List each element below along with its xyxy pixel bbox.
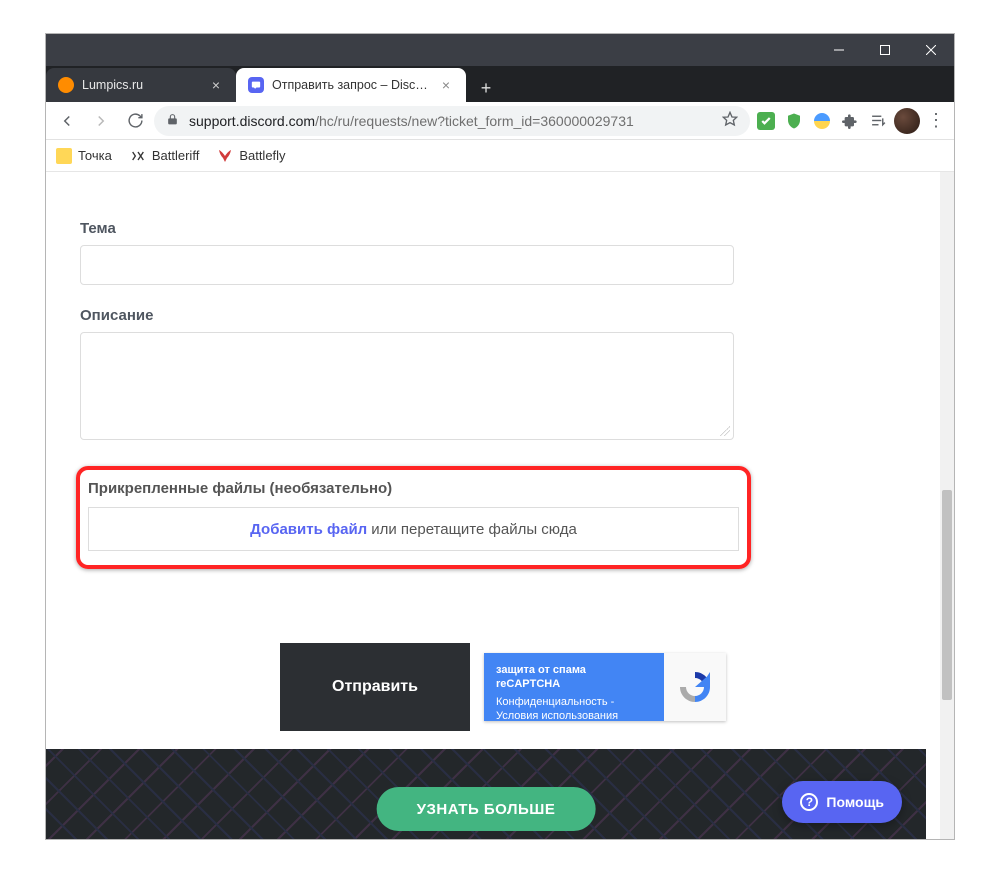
scrollbar-track[interactable] <box>940 172 954 839</box>
reading-list-icon[interactable] <box>866 109 890 133</box>
window-maximize-button[interactable] <box>862 34 908 66</box>
recaptcha-privacy-link[interactable]: Конфиденциальность <box>496 696 608 708</box>
page-content: Тема Описание Прикрепленные файлы (необя… <box>46 172 940 839</box>
bookmark-folder-icon <box>56 148 72 164</box>
browser-toolbar: support.discord.com/hc/ru/requests/new?t… <box>46 102 954 140</box>
topic-input[interactable] <box>80 245 734 285</box>
add-file-link[interactable]: Добавить файл <box>250 521 367 538</box>
favicon-discord <box>248 77 264 93</box>
attachments-dropzone[interactable]: Добавить файл или перетащите файлы сюда <box>88 507 739 551</box>
nav-forward-button[interactable] <box>86 106 116 136</box>
lock-icon <box>166 113 179 129</box>
extension-flag-icon[interactable] <box>810 109 834 133</box>
attachments-label: Прикрепленные файлы (необязательно) <box>88 480 739 497</box>
bookmarks-bar: Точка Battleriff Battlefly <box>46 140 954 172</box>
tab-close-icon[interactable]: × <box>438 77 454 93</box>
bookmark-icon <box>130 148 146 164</box>
favicon-lumpics <box>58 77 74 93</box>
bookmark-label: Battlefly <box>239 148 285 163</box>
submit-row: Отправить защита от спама reCAPTCHA Конф… <box>80 643 906 731</box>
tab-discord-support[interactable]: Отправить запрос – Discord × <box>236 68 466 102</box>
recaptcha-title: защита от спама reCAPTCHA <box>496 663 652 692</box>
bookmark-icon <box>217 148 233 164</box>
truncated-hint-text <box>80 184 906 198</box>
window-titlebar <box>46 34 954 66</box>
recaptcha-badge[interactable]: защита от спама reCAPTCHA Конфиденциальн… <box>484 653 726 721</box>
learn-more-button[interactable]: УЗНАТЬ БОЛЬШЕ <box>377 787 596 831</box>
tab-title: Отправить запрос – Discord <box>272 78 430 92</box>
scrollbar-thumb[interactable] <box>942 490 952 700</box>
profile-avatar[interactable] <box>894 108 920 134</box>
topic-label: Тема <box>80 220 906 237</box>
chrome-menu-icon[interactable]: ⋮ <box>924 109 948 133</box>
url-path: /hc/ru/requests/new?ticket_form_id=36000… <box>315 113 634 129</box>
recaptcha-text: защита от спама reCAPTCHA Конфиденциальн… <box>484 653 664 721</box>
bookmark-star-icon[interactable] <box>722 111 738 130</box>
viewport: Тема Описание Прикрепленные файлы (необя… <box>46 172 954 839</box>
learn-more-label: УЗНАТЬ БОЛЬШЕ <box>417 801 556 818</box>
bookmark-label: Точка <box>78 148 112 163</box>
help-widget-button[interactable]: ? Помощь <box>782 781 902 823</box>
bookmark-tochka[interactable]: Точка <box>56 148 112 164</box>
window-minimize-button[interactable] <box>816 34 862 66</box>
window-close-button[interactable] <box>908 34 954 66</box>
help-icon: ? <box>800 793 818 811</box>
new-tab-button[interactable]: + <box>472 74 500 102</box>
page-footer: УЗНАТЬ БОЛЬШЕ ? Помощь <box>46 749 926 839</box>
extension-adguard-icon[interactable] <box>754 109 778 133</box>
attachments-section: Прикрепленные файлы (необязательно) Доба… <box>80 470 747 565</box>
url-host: support.discord.com <box>189 113 315 129</box>
extensions-menu-icon[interactable] <box>838 109 862 133</box>
address-bar[interactable]: support.discord.com/hc/ru/requests/new?t… <box>154 106 750 136</box>
tab-bar: Lumpics.ru × Отправить запрос – Discord … <box>46 66 954 102</box>
help-label: Помощь <box>826 794 884 810</box>
description-textarea[interactable] <box>80 332 734 440</box>
drag-hint-text: или перетащите файлы сюда <box>371 521 577 538</box>
recaptcha-logo-icon <box>664 653 726 721</box>
submit-button[interactable]: Отправить <box>280 643 470 731</box>
bookmark-battlefly[interactable]: Battlefly <box>217 148 285 164</box>
support-form: Тема Описание Прикрепленные файлы (необя… <box>46 172 940 751</box>
url-text: support.discord.com/hc/ru/requests/new?t… <box>189 113 712 129</box>
submit-button-label: Отправить <box>332 678 418 696</box>
bookmark-battleriff[interactable]: Battleriff <box>130 148 199 164</box>
description-label: Описание <box>80 307 906 324</box>
nav-reload-button[interactable] <box>120 106 150 136</box>
recaptcha-terms-link[interactable]: Условия использования <box>496 710 618 722</box>
tab-lumpics[interactable]: Lumpics.ru × <box>46 68 236 102</box>
extension-shield-icon[interactable] <box>782 109 806 133</box>
bookmark-label: Battleriff <box>152 148 199 163</box>
nav-back-button[interactable] <box>52 106 82 136</box>
tab-close-icon[interactable]: × <box>208 77 224 93</box>
browser-window: Lumpics.ru × Отправить запрос – Discord … <box>45 33 955 840</box>
tab-title: Lumpics.ru <box>82 78 200 92</box>
